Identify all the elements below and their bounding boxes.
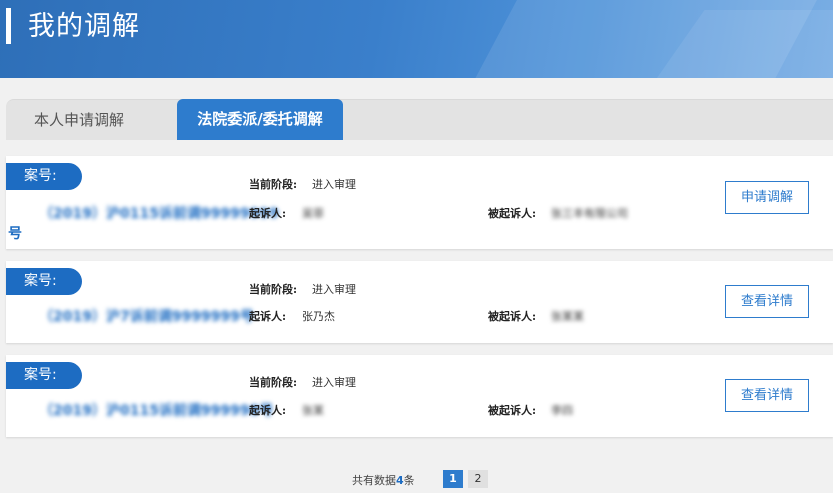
case-badge: 案号: [6,268,82,295]
pagination: 共有数据4条 1 2 [0,470,833,490]
stage-value: 进入审理 [312,178,356,191]
case-number-text: （2019）沪0115诉前调999998号 [39,403,274,419]
case-number-text: （2019）沪7诉前调9999999号 [39,309,254,325]
defendant-label: 被起诉人: [488,310,537,323]
plaintiff-label: 起诉人: [249,207,287,220]
plaintiff-value: 张乃杰 [302,310,335,323]
defendant-value: 李四 [551,404,573,417]
case-badge: 案号: [6,362,82,389]
page-banner: 我的调解 [0,0,833,78]
case-card: 案号: 当前阶段: 进入审理 （2019）沪7诉前调9999999号 起诉人: … [6,261,833,343]
plaintiff-value: 张某 [302,404,324,417]
title-accent-bar [6,8,11,44]
plaintiff-value: 吴菲 [302,207,324,220]
apply-mediation-button[interactable]: 申请调解 [725,181,809,214]
defendant-label: 被起诉人: [488,207,537,220]
stage-label: 当前阶段: [249,178,298,191]
stage-label: 当前阶段: [249,283,298,296]
case-number[interactable]: （2019）沪0115诉前调999998号 [39,400,273,420]
case-number[interactable]: （2019）沪7诉前调9999999号 [39,306,254,326]
case-number-tail[interactable]: 号 [8,223,22,243]
stage-value: 进入审理 [312,376,356,389]
tab-court-assigned[interactable]: 法院委派/委托调解 [177,99,343,140]
case-badge: 案号: [6,163,82,190]
page-button-1[interactable]: 1 [443,470,463,488]
view-details-button[interactable]: 查看详情 [725,379,809,412]
stage-label: 当前阶段: [249,376,298,389]
defendant-label: 被起诉人: [488,404,537,417]
defendant-value: 张三丰有限公司 [551,207,628,220]
case-card: 案号: 当前阶段: 进入审理 （2019）沪0115诉前调999998号 起诉人… [6,355,833,437]
plaintiff-label: 起诉人: [249,404,287,417]
total-prefix: 共有数据 [352,474,396,487]
view-details-button[interactable]: 查看详情 [725,285,809,318]
page-button-2[interactable]: 2 [468,470,488,488]
tab-self-application[interactable]: 本人申请调解 [34,109,124,130]
total-suffix: 条 [403,474,415,487]
stage-value: 进入审理 [312,283,356,296]
defendant-value: 张某某 [551,310,584,323]
case-number-text: （2019）沪0115诉前调99999999 [39,206,279,222]
total-count-number: 4 [396,474,404,487]
case-number[interactable]: （2019）沪0115诉前调99999999 [39,203,279,223]
plaintiff-label: 起诉人: [249,310,287,323]
case-card: 案号: 当前阶段: 进入审理 （2019）沪0115诉前调99999999 号 … [6,156,833,249]
page-title: 我的调解 [28,11,140,42]
tab-bar: 本人申请调解 法院委派/委托调解 [6,99,833,140]
total-count: 共有数据4条 [352,472,415,488]
